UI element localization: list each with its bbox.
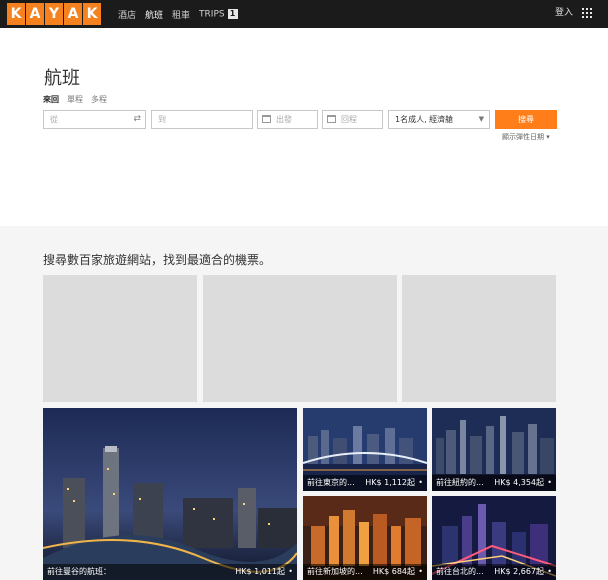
bullet-icon: • [418,567,423,576]
nav-link-flights[interactable]: 航班 [145,8,163,21]
deals-section: 搜尋數百家旅遊網站，找到最適合的機票。 前往曼谷的航班： HK$ 1,011起 … [0,226,608,580]
nav-link-hotels[interactable]: 酒店 [118,8,136,21]
logo-letter: A [26,3,44,25]
origin-placeholder: 從 [50,115,58,124]
deal-destination: 前往台北的... [436,567,484,576]
deal-price: HK$ 1,011起 [235,567,285,576]
return-placeholder: 回程 [341,115,357,124]
login-link[interactable]: 登入 [555,0,573,28]
destination-input[interactable]: 到 [151,110,253,129]
deal-card-tokyo[interactable]: 前往東京的... HK$ 1,112起 • [303,408,427,491]
trip-type-oneway[interactable]: 單程 [67,94,83,105]
deal-card-bangkok[interactable]: 前往曼谷的航班： HK$ 1,011起 • [43,408,297,580]
flexible-dates-link[interactable]: 顯示彈性日期 ▾ [502,132,550,142]
deal-caption: 前往台北的... HK$ 2,667起 • [432,564,556,580]
nav-link-cars[interactable]: 租車 [172,8,190,21]
depart-placeholder: 出發 [276,115,292,124]
bullet-icon: • [547,567,552,576]
ad-placeholder [43,275,197,402]
city-photo [43,408,297,580]
trip-type-roundtrip[interactable]: 來回 [43,94,59,105]
deal-destination: 前往曼谷的航班： [47,567,111,576]
trips-count-badge: 1 [227,8,238,19]
deal-price: HK$ 4,354起 [494,478,544,487]
apps-grid-icon[interactable] [582,8,592,18]
calendar-icon [327,115,336,123]
trip-type-selector: 來回 單程 多程 [43,94,107,105]
deal-destination: 前往紐約的... [436,478,484,487]
trips-label: TRIPS [199,9,225,20]
deal-caption: 前往新加坡的... HK$ 684起 • [303,564,427,580]
logo-letter: A [64,3,82,25]
deal-caption: 前往紐約的... HK$ 4,354起 • [432,475,556,491]
deal-price: HK$ 2,667起 [494,567,544,576]
ad-placeholder [203,275,397,402]
top-nav-bar: K A Y A K 酒店 航班 租車 TRIPS 1 登入 [0,0,608,28]
deal-caption: 前往曼谷的航班： HK$ 1,011起 • [43,564,297,580]
deal-card-newyork[interactable]: 前往紐約的... HK$ 4,354起 • [432,408,556,491]
passengers-select[interactable]: 1名成人, 經濟艙 ▼ [388,110,490,129]
deal-destination: 前往東京的... [307,478,355,487]
page-title: 航班 [44,68,80,89]
deal-destination: 前往新加坡的... [307,567,363,576]
deal-card-taipei[interactable]: 前往台北的... HK$ 2,667起 • [432,496,556,580]
bullet-icon: • [288,567,293,576]
flight-search-panel: 航班 來回 單程 多程 從 ⇄ 到 出發 回程 1名成人, 經濟艙 ▼ 搜尋 顯… [0,28,608,226]
nav-link-trips[interactable]: TRIPS 1 [199,8,238,20]
logo-letter: K [83,3,101,25]
search-button[interactable]: 搜尋 [495,110,557,129]
logo-letter: K [7,3,25,25]
nav-links: 酒店 航班 租車 TRIPS 1 [118,0,238,28]
logo-letter: Y [45,3,63,25]
calendar-icon [262,115,271,123]
deal-price: HK$ 1,112起 [365,478,415,487]
deal-card-singapore[interactable]: 前往新加坡的... HK$ 684起 • [303,496,427,580]
bullet-icon: • [418,478,423,487]
passengers-value: 1名成人, 經濟艙 [395,115,454,124]
trip-type-multicity[interactable]: 多程 [91,94,107,105]
return-date-input[interactable]: 回程 [322,110,383,129]
deal-caption: 前往東京的... HK$ 1,112起 • [303,475,427,491]
kayak-logo[interactable]: K A Y A K [7,3,101,25]
ad-placeholder [402,275,556,402]
destination-placeholder: 到 [158,115,166,124]
depart-date-input[interactable]: 出發 [257,110,318,129]
bullet-icon: • [547,478,552,487]
deals-heading: 搜尋數百家旅遊網站，找到最適合的機票。 [43,253,272,267]
origin-input[interactable]: 從 ⇄ [43,110,146,129]
swap-icon[interactable]: ⇄ [133,111,141,128]
deal-price: HK$ 684起 [372,567,415,576]
chevron-down-icon: ▼ [478,115,484,123]
